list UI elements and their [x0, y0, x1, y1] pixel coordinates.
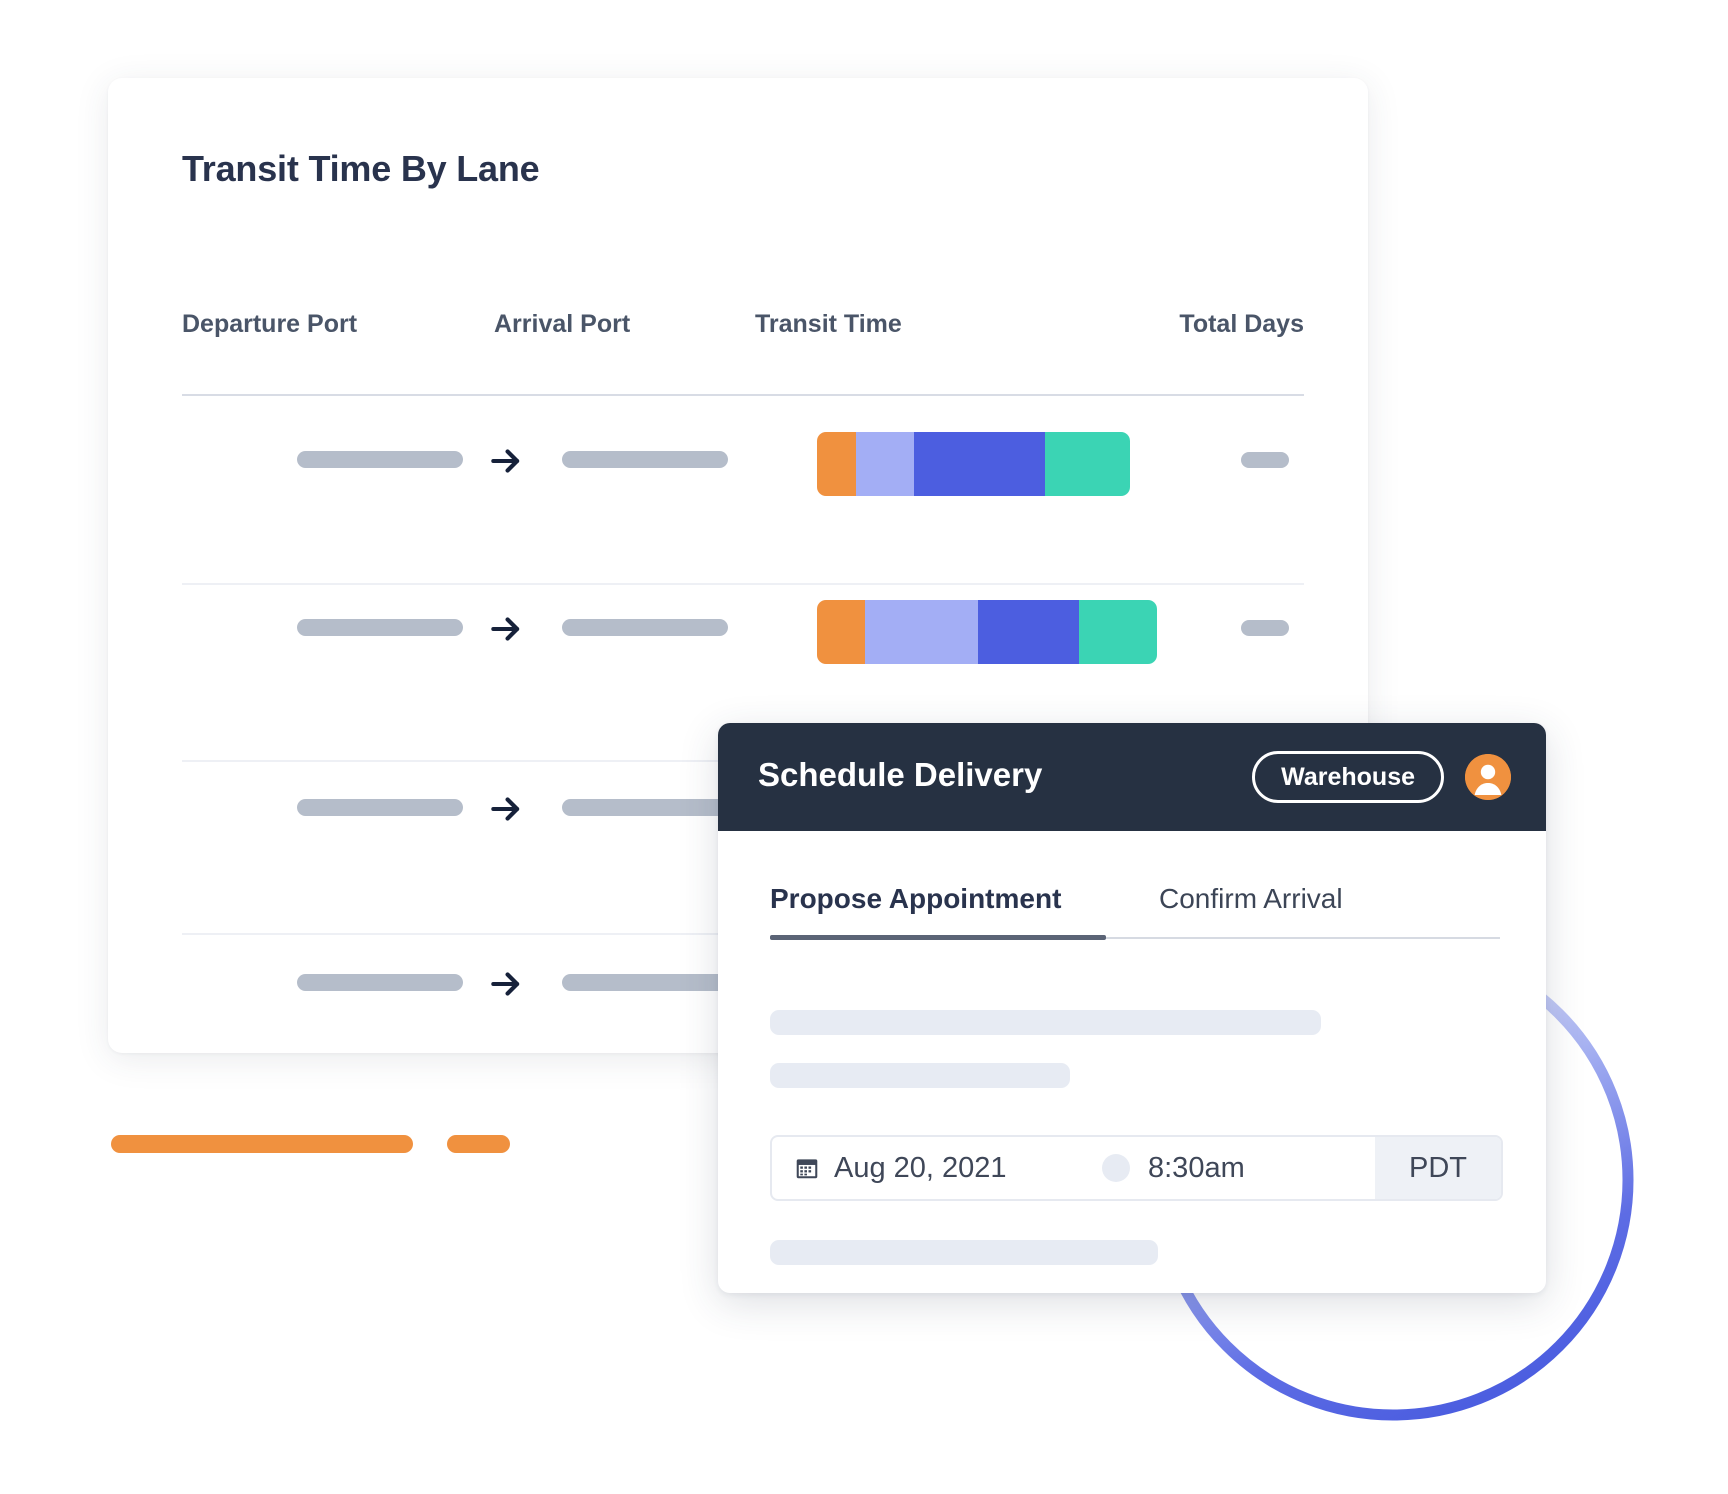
- arrival-port-placeholder: [562, 619, 728, 636]
- date-input[interactable]: Aug 20, 2021: [772, 1137, 1102, 1199]
- column-header-transit-time: Transit Time: [755, 310, 902, 338]
- time-value: 8:30am: [1148, 1151, 1245, 1184]
- time-input[interactable]: 8:30am: [1102, 1137, 1375, 1199]
- calendar-icon: [794, 1155, 820, 1181]
- form-field-placeholder: [770, 1063, 1070, 1088]
- table-row[interactable]: [182, 430, 1304, 496]
- table-header-divider: [182, 394, 1304, 396]
- panel-title: Schedule Delivery: [758, 756, 1043, 793]
- transit-segment-origin-drayage: [817, 432, 857, 496]
- panel-tabs: Propose Appointment Confirm Arrival: [770, 885, 1500, 947]
- column-header-arrival-port: Arrival Port: [494, 310, 631, 338]
- total-days-placeholder: [1241, 620, 1289, 636]
- departure-port-placeholder: [297, 974, 463, 991]
- arrow-right-icon: [487, 790, 525, 828]
- orange-accent-bar-short: [447, 1135, 510, 1153]
- clock-icon: [1102, 1154, 1130, 1182]
- arrival-port-placeholder: [562, 451, 728, 468]
- column-header-total-days: Total Days: [1179, 310, 1304, 338]
- transit-segment-ocean-transit: [978, 600, 1079, 664]
- arrow-right-icon: [487, 965, 525, 1003]
- transit-time-bar: [817, 600, 1157, 664]
- page-title: Transit Time By Lane: [182, 148, 540, 189]
- user-avatar-icon[interactable]: [1465, 754, 1511, 800]
- departure-port-placeholder: [297, 619, 463, 636]
- form-field-placeholder: [770, 1240, 1158, 1265]
- table-row-divider: [182, 583, 1304, 585]
- departure-port-placeholder: [297, 799, 463, 816]
- timezone-selector[interactable]: PDT: [1375, 1137, 1501, 1199]
- transit-segment-ocean-transit: [914, 432, 1046, 496]
- total-days-placeholder: [1241, 452, 1289, 468]
- panel-header: Schedule Delivery Warehouse: [718, 723, 1546, 831]
- appointment-datetime-field[interactable]: Aug 20, 2021 8:30am PDT: [770, 1135, 1503, 1201]
- tab-confirm-arrival[interactable]: Confirm Arrival: [1159, 885, 1343, 913]
- arrival-port-placeholder: [562, 799, 728, 816]
- table-row[interactable]: [182, 598, 1304, 664]
- transit-segment-destination-delivery: [1078, 600, 1157, 664]
- role-badge-label: Warehouse: [1281, 762, 1415, 791]
- transit-time-bar: [817, 432, 1130, 496]
- arrow-right-icon: [487, 610, 525, 648]
- transit-segment-port-dwell: [856, 432, 915, 496]
- date-value: Aug 20, 2021: [834, 1151, 1007, 1184]
- schedule-delivery-panel: Schedule Delivery Warehouse Propose Appo…: [718, 723, 1546, 1293]
- tab-propose-appointment[interactable]: Propose Appointment: [770, 885, 1061, 913]
- column-header-departure-port: Departure Port: [182, 310, 358, 338]
- role-badge-warehouse[interactable]: Warehouse: [1252, 751, 1444, 803]
- transit-segment-port-dwell: [864, 600, 979, 664]
- arrival-port-placeholder: [562, 974, 728, 991]
- arrow-right-icon: [487, 442, 525, 480]
- transit-segment-destination-delivery: [1045, 432, 1130, 496]
- departure-port-placeholder: [297, 451, 463, 468]
- table-header-row: Departure Port Arrival Port Transit Time…: [182, 310, 1304, 356]
- orange-accent-bar-long: [111, 1135, 413, 1153]
- transit-segment-origin-drayage: [817, 600, 865, 664]
- form-field-placeholder: [770, 1010, 1321, 1035]
- active-tab-underline: [770, 935, 1106, 940]
